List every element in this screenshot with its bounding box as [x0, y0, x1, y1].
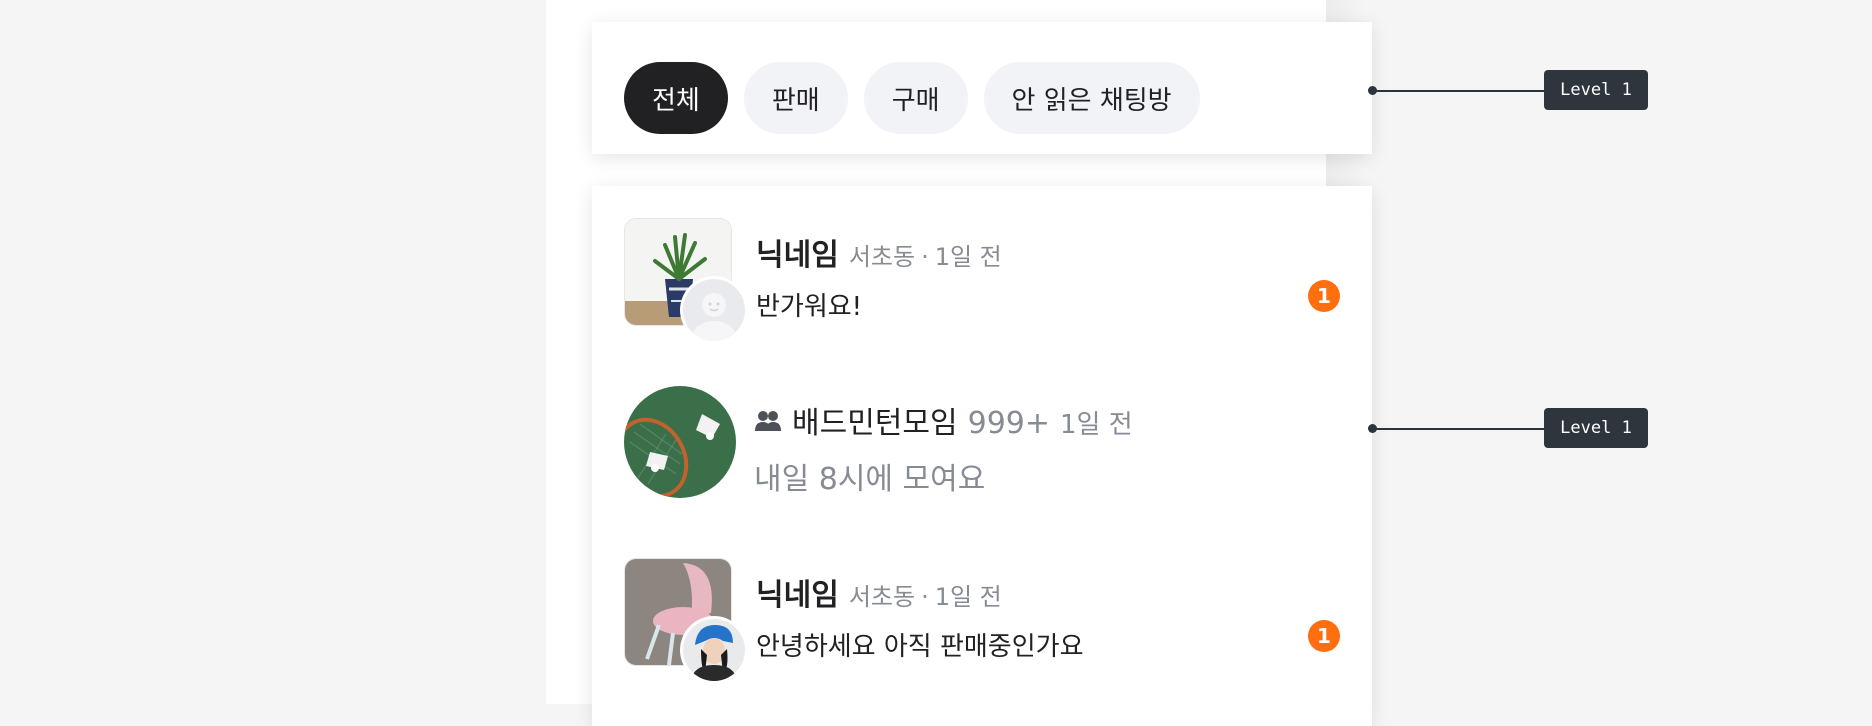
annotation-line: [1372, 428, 1546, 430]
member-count: 999+: [967, 406, 1051, 441]
people-icon: [754, 409, 782, 437]
filter-chip-all[interactable]: 전체: [624, 62, 728, 134]
nickname: 닉네임: [756, 578, 839, 613]
chat-meta: 서초동 · 1일 전: [849, 237, 1002, 272]
annotation-tag: Level 1: [1544, 408, 1648, 448]
last-message: 내일 8시에 모여요: [754, 462, 986, 497]
level-annotation: Level 1: [1368, 70, 1648, 110]
meta-separator: ·: [921, 243, 929, 271]
annotation-tag: Level 1: [1544, 70, 1648, 110]
timestamp: 1일 전: [934, 583, 1002, 611]
level-annotation: Level 1: [1368, 408, 1648, 448]
chat-list-item[interactable]: 닉네임 서초동 · 1일 전 안녕하세요 아직 판매중인가요 1: [624, 558, 1340, 684]
timestamp: 1일 전: [934, 243, 1002, 271]
filter-chip-row: 전체 판매 구매 안 읽은 채팅방: [624, 62, 1200, 134]
default-profile-icon: [680, 276, 748, 344]
location: 서초동: [848, 583, 916, 611]
location: 서초동: [848, 243, 916, 271]
badminton-thumbnail: [624, 386, 736, 498]
chat-text: 배드민턴모임 999+ 1일 전 내일 8시에 모여요: [754, 398, 1340, 498]
unread-badge: 1: [1308, 280, 1340, 312]
chat-text: 닉네임 서초동 · 1일 전 안녕하세요 아직 판매중인가요: [756, 570, 1340, 663]
user-photo-avatar: [680, 616, 748, 684]
chat-list-item[interactable]: 닉네임 서초동 · 1일 전 반가워요! 1: [624, 218, 1340, 344]
chat-meta: 서초동 · 1일 전: [849, 577, 1002, 612]
chat-text: 닉네임 서초동 · 1일 전 반가워요!: [756, 230, 1340, 323]
filter-chip-sell[interactable]: 판매: [743, 62, 848, 134]
timestamp: 1일 전: [1060, 410, 1133, 440]
filter-chip-unread[interactable]: 안 읽은 채팅방: [983, 62, 1200, 134]
meta-separator: ·: [921, 583, 929, 611]
group-name: 배드민턴모임: [792, 406, 958, 441]
chat-list-item[interactable]: 배드민턴모임 999+ 1일 전 내일 8시에 모여요: [624, 386, 1340, 498]
last-message: 안녕하세요 아직 판매중인가요: [756, 632, 1084, 662]
annotation-line: [1372, 90, 1546, 92]
filter-card: 전체 판매 구매 안 읽은 채팅방: [592, 22, 1372, 154]
chat-list-card: 닉네임 서초동 · 1일 전 반가워요! 1 배드민턴모임 999+ 1일 전 …: [592, 186, 1372, 726]
filter-chip-buy[interactable]: 구매: [863, 62, 968, 134]
last-message: 반가워요!: [756, 292, 863, 322]
nickname: 닉네임: [756, 238, 839, 273]
unread-badge: 1: [1308, 620, 1340, 652]
